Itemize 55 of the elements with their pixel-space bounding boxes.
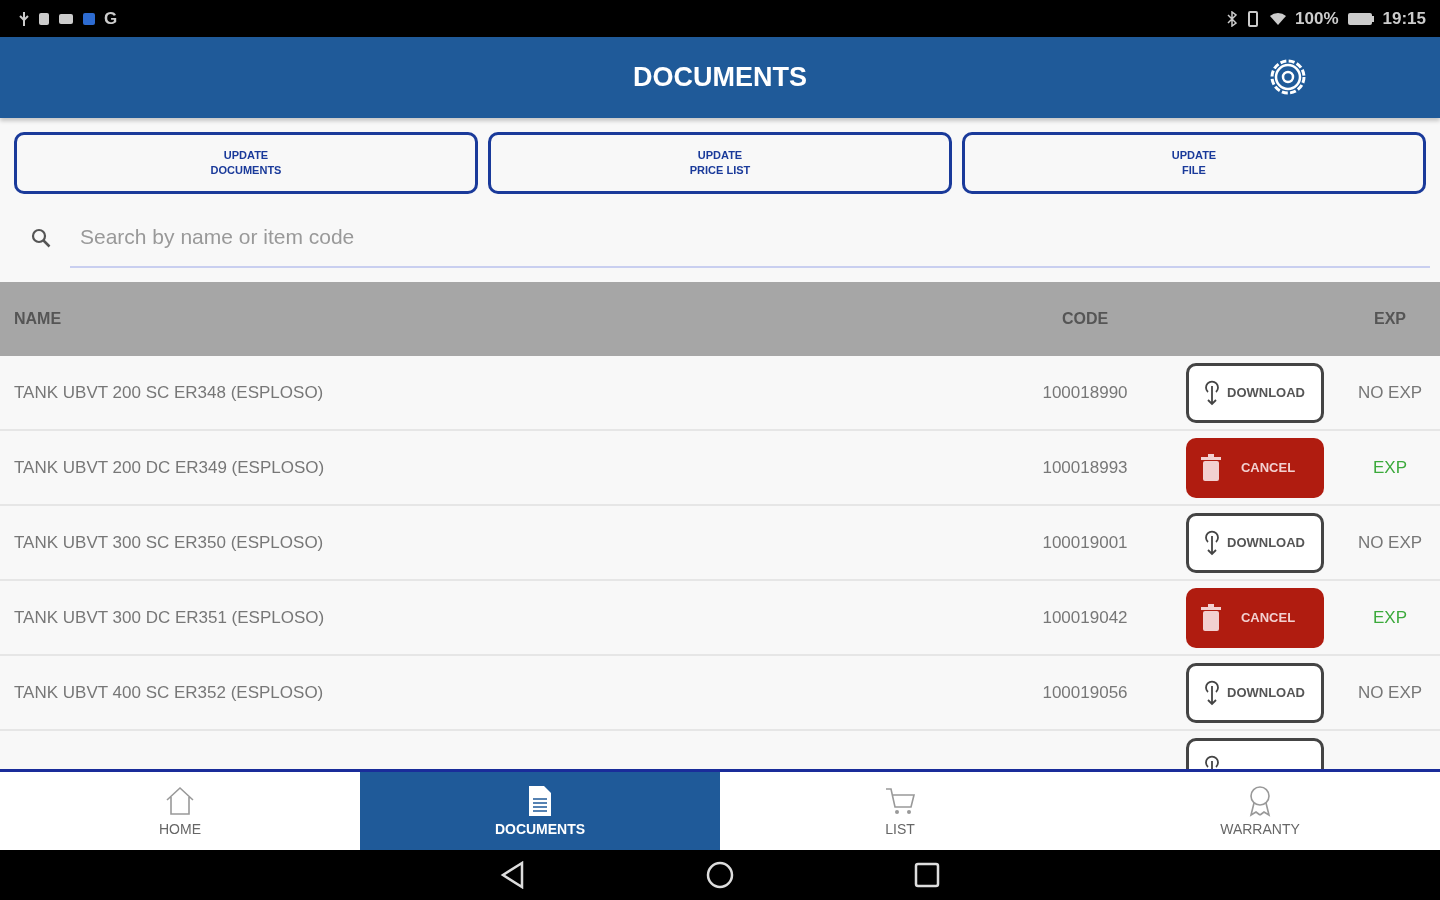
wifi-icon (1269, 11, 1288, 26)
update-button[interactable]: UPDATE DOCUMENTS (14, 132, 478, 194)
table-cell: NO EXP (1357, 682, 1423, 702)
table-cell: NO EXP (1357, 382, 1423, 402)
table-cell: 100019056 (1042, 682, 1128, 702)
notification-icon (58, 11, 74, 26)
update-button[interactable]: UPDATE PRICE LIST (488, 132, 952, 194)
nav-tab[interactable]: LIST (720, 772, 1080, 850)
table-cell: 100018990 (1042, 382, 1128, 402)
cancel-button[interactable]: CANCEL (1186, 587, 1324, 648)
page-title: DOCUMENTS (633, 62, 807, 93)
table-cell: 100018993 (1042, 457, 1128, 477)
column-header: CODE (1060, 310, 1110, 328)
table-cell: TANK UBVT 400 SC ER352 (ESPLOSO) (14, 682, 324, 702)
settings-icon[interactable] (1268, 57, 1308, 97)
nav-tab[interactable]: DOCUMENTS (360, 772, 720, 850)
table-cell: TANK UBVT 200 DC ER349 (ESPLOSO) (14, 457, 325, 477)
download-icon (1203, 529, 1221, 556)
battery-percent: 100% (1295, 8, 1339, 29)
table-cell: EXP (1373, 607, 1407, 627)
cart-icon (884, 785, 916, 817)
notification-icon (38, 10, 50, 27)
app-icon (82, 11, 96, 26)
home-icon (164, 785, 196, 817)
nav-tab[interactable]: WARRANTY (1080, 772, 1440, 850)
bluetooth-icon (1227, 10, 1238, 27)
table-cell: NO EXP (1357, 532, 1423, 552)
nav-tab[interactable]: HOME (0, 772, 360, 850)
cancel-button[interactable]: CANCEL (1186, 437, 1324, 498)
table-cell: TANK UBVT 300 SC ER350 (ESPLOSO) (14, 532, 324, 552)
search-icon (30, 227, 52, 249)
download-button[interactable]: DOWNLOAD (1186, 362, 1324, 423)
home-button-icon[interactable] (706, 861, 734, 889)
table-cell: 100019001 (1042, 532, 1128, 552)
trash-icon (1200, 603, 1222, 632)
column-header: NAME (13, 310, 63, 328)
download-button[interactable]: DOWNLOAD (1186, 512, 1324, 573)
usb-icon (18, 10, 30, 27)
update-button[interactable]: UPDATE FILE (962, 132, 1426, 194)
table-cell: EXP (1373, 457, 1407, 477)
download-icon (1203, 379, 1221, 406)
download-icon (1203, 679, 1221, 706)
back-icon[interactable] (500, 861, 526, 889)
table-cell: TANK UBVT 200 SC ER348 (ESPLOSO) (14, 382, 324, 402)
clock: 19:15 (1382, 8, 1426, 29)
recents-icon[interactable] (914, 862, 940, 888)
download-button[interactable]: DOWNLOAD (1186, 662, 1324, 723)
table-cell: TANK UBVT 300 DC ER351 (ESPLOSO) (14, 607, 325, 627)
column-header: EXP (1373, 310, 1407, 328)
carrier-label: G (104, 8, 118, 29)
battery-icon (1346, 11, 1375, 26)
table-cell: 100019042 (1042, 607, 1128, 627)
trash-icon (1200, 453, 1222, 482)
document-icon (527, 785, 553, 817)
search-field[interactable]: Search by name or item code (70, 208, 1430, 268)
